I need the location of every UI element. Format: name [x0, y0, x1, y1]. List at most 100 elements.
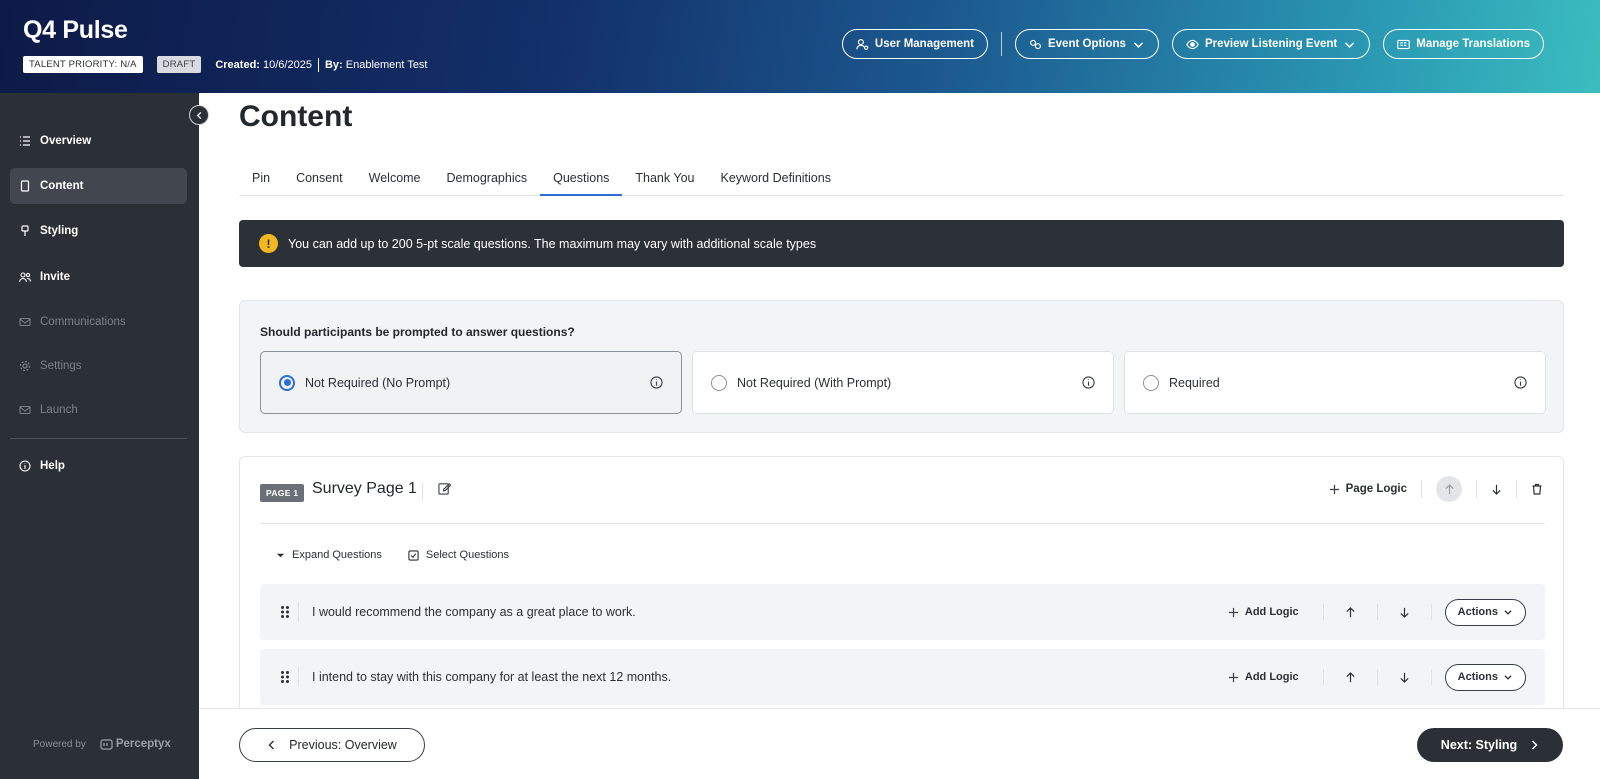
- question-actions: Add Logic Actions: [1228, 663, 1526, 691]
- sidebar-item-label: Content: [40, 180, 84, 192]
- tab-welcome[interactable]: Welcome: [356, 166, 434, 196]
- content-tabs: Pin Consent Welcome Demographics Questio…: [239, 166, 1564, 196]
- page-logic-button[interactable]: Page Logic: [1329, 483, 1407, 495]
- move-up-button[interactable]: [1324, 606, 1377, 618]
- info-icon[interactable]: [1514, 376, 1527, 389]
- actions-label: Actions: [1457, 671, 1498, 683]
- tab-consent[interactable]: Consent: [283, 166, 356, 196]
- option-label: Required: [1169, 375, 1220, 390]
- question-text: I would recommend the company as a great…: [312, 605, 636, 619]
- sidebar-item-launch[interactable]: Launch: [10, 392, 187, 428]
- sidebar-item-invite[interactable]: Invite: [10, 259, 187, 295]
- actions-label: Actions: [1457, 606, 1498, 618]
- event-title: Q4 Pulse: [23, 16, 128, 44]
- trash-icon[interactable]: [1531, 483, 1543, 495]
- question-text: I intend to stay with this company for a…: [312, 670, 672, 684]
- mail-icon: [19, 405, 31, 415]
- plus-icon: [1329, 484, 1339, 494]
- expand-questions-button[interactable]: Expand Questions: [276, 549, 382, 561]
- radio-button[interactable]: [711, 374, 727, 391]
- chevron-left-icon: [268, 740, 275, 750]
- row-divider: [298, 667, 299, 687]
- add-logic-button[interactable]: Add Logic: [1228, 606, 1299, 618]
- arrow-up-icon: [1346, 671, 1355, 682]
- edit-icon[interactable]: [438, 482, 451, 495]
- option-not-required-with-prompt[interactable]: Not Required (With Prompt): [692, 351, 1114, 414]
- translate-icon: [1397, 39, 1410, 49]
- sidebar-item-overview[interactable]: Overview: [10, 123, 187, 159]
- gears-icon: [1030, 39, 1041, 49]
- option-required[interactable]: Required: [1124, 351, 1546, 414]
- prompt-settings-card: Should participants be prompted to answe…: [239, 300, 1564, 433]
- document-icon: [20, 180, 30, 192]
- select-questions-label: Select Questions: [425, 549, 510, 561]
- user-management-button[interactable]: User Management: [841, 29, 988, 59]
- move-down-button[interactable]: [1378, 607, 1431, 618]
- manage-translations-button[interactable]: Manage Translations: [1383, 29, 1544, 59]
- question-tools: Expand Questions Select Questions: [276, 549, 509, 561]
- page-name: Survey Page 1: [312, 480, 417, 497]
- gear-icon: [19, 360, 31, 372]
- plus-icon: [1228, 607, 1238, 617]
- row-divider: [298, 602, 299, 622]
- radio-button[interactable]: [1143, 374, 1159, 391]
- next-button[interactable]: Next: Styling: [1417, 728, 1563, 762]
- chevron-down-icon: [1133, 41, 1144, 48]
- sidebar-item-label: Settings: [40, 360, 82, 372]
- plus-icon: [1228, 672, 1238, 682]
- page-badge: PAGE 1: [260, 484, 305, 502]
- add-logic-label: Add Logic: [1244, 671, 1299, 683]
- arrow-down-icon: [1400, 672, 1409, 683]
- app-header: Q4 Pulse TALENT PRIORITY: N/A DRAFT Crea…: [0, 0, 1600, 93]
- drag-handle-icon[interactable]: [280, 605, 290, 619]
- page-logic-label: Page Logic: [1345, 483, 1407, 495]
- option-not-required-no-prompt[interactable]: Not Required (No Prompt): [260, 351, 682, 414]
- brush-icon: [21, 225, 29, 236]
- actions-dropdown[interactable]: Actions: [1444, 598, 1526, 626]
- preview-event-button[interactable]: Preview Listening Event: [1171, 29, 1371, 59]
- drag-handle-icon[interactable]: [280, 670, 290, 684]
- powered-by-label: Powered by: [33, 738, 86, 750]
- radio-button[interactable]: [279, 374, 295, 391]
- previous-button[interactable]: Previous: Overview: [239, 728, 425, 762]
- sidebar-item-content[interactable]: Content: [10, 168, 187, 204]
- event-options-label: Event Options: [1047, 38, 1126, 50]
- event-options-button[interactable]: Event Options: [1014, 29, 1159, 59]
- header-divider: [1000, 32, 1002, 56]
- select-questions-button[interactable]: Select Questions: [408, 549, 509, 561]
- expand-questions-label: Expand Questions: [292, 549, 382, 561]
- move-page-up-button[interactable]: [1436, 476, 1462, 502]
- perceptyx-logo-icon: [100, 738, 113, 750]
- created-label: Created:: [215, 58, 260, 71]
- add-logic-button[interactable]: Add Logic: [1228, 671, 1299, 683]
- question-actions: Add Logic Actions: [1228, 598, 1526, 626]
- sidebar-item-settings[interactable]: Settings: [10, 348, 187, 384]
- tab-questions[interactable]: Questions: [540, 166, 623, 196]
- add-logic-label: Add Logic: [1244, 606, 1299, 618]
- move-up-button[interactable]: [1324, 671, 1377, 683]
- sidebar-item-styling[interactable]: Styling: [10, 213, 187, 249]
- collapse-sidebar-button[interactable]: [189, 105, 209, 125]
- tab-keyword-definitions[interactable]: Keyword Definitions: [707, 166, 843, 196]
- info-icon[interactable]: [650, 376, 663, 389]
- brand-name: Perceptyx: [115, 738, 171, 750]
- actions-dropdown[interactable]: Actions: [1444, 663, 1526, 691]
- banner-text: You can add up to 200 5-pt scale questio…: [288, 236, 817, 251]
- sidebar-item-label: Invite: [40, 271, 71, 283]
- info-icon[interactable]: [1082, 376, 1095, 389]
- event-meta: TALENT PRIORITY: N/A DRAFT Created: 10/6…: [23, 56, 428, 73]
- page-tools: Page Logic: [1329, 476, 1543, 502]
- move-down-button[interactable]: [1378, 672, 1431, 683]
- tab-pin[interactable]: Pin: [239, 166, 283, 196]
- header-actions: User Management Event Options Preview Li…: [841, 29, 1544, 59]
- arrow-down-icon[interactable]: [1491, 484, 1502, 495]
- option-label: Not Required (With Prompt): [737, 375, 892, 390]
- question-row: I intend to stay with this company for a…: [260, 649, 1545, 705]
- tab-thank-you[interactable]: Thank You: [622, 166, 707, 196]
- tab-demographics[interactable]: Demographics: [434, 166, 541, 196]
- tool-divider: [1516, 480, 1517, 498]
- preview-event-label: Preview Listening Event: [1204, 38, 1338, 50]
- sidebar-item-help[interactable]: Help: [10, 448, 187, 484]
- sidebar-item-communications[interactable]: Communications: [10, 304, 187, 340]
- prompt-question: Should participants be prompted to answe…: [260, 325, 575, 339]
